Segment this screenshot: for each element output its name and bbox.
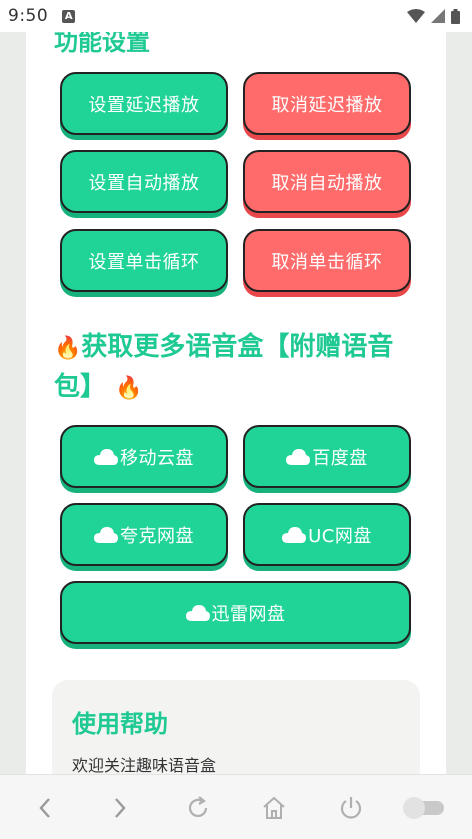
power-icon xyxy=(340,797,362,819)
mobile-cloud-label: 移动云盘 xyxy=(120,447,194,469)
fire-icon: 🔥 xyxy=(115,376,143,401)
cancel-click-loop-button[interactable]: 取消单击循环 xyxy=(243,229,411,292)
battery-icon xyxy=(451,8,460,24)
cloud-icon xyxy=(94,448,118,465)
forward-button[interactable] xyxy=(105,793,135,823)
refresh-icon xyxy=(188,796,208,817)
background-left xyxy=(0,32,26,774)
section-title-function: 功能设置 xyxy=(54,32,150,56)
toggle-icon xyxy=(403,797,444,819)
cloud-icon xyxy=(282,526,307,543)
section-title-more-text: 获取更多语音盒【附赠语音包】 xyxy=(54,332,394,402)
xunlei-pan-label: 迅雷网盘 xyxy=(211,603,286,625)
set-delay-play-button[interactable]: 设置延迟播放 xyxy=(60,72,228,135)
back-button[interactable] xyxy=(30,793,60,823)
home-icon xyxy=(263,796,285,819)
uc-pan-button[interactable]: UC网盘 xyxy=(243,503,411,566)
section-title-more: 🔥获取更多语音盒【附赠语音包】 🔥 xyxy=(54,328,418,408)
status-bar: 9:50 A xyxy=(0,0,472,32)
cloud-icon xyxy=(94,526,118,543)
background-right xyxy=(446,32,472,774)
cloud-icon xyxy=(286,448,311,465)
wifi-icon xyxy=(407,9,425,23)
cancel-auto-play-button[interactable]: 取消自动播放 xyxy=(243,150,411,213)
xunlei-pan-button[interactable]: 迅雷网盘 xyxy=(60,581,411,644)
power-button[interactable] xyxy=(336,793,366,823)
cloud-icon xyxy=(185,604,210,621)
help-title: 使用帮助 xyxy=(72,710,168,738)
quark-pan-button[interactable]: 夸克网盘 xyxy=(60,503,228,566)
status-time: 9:50 xyxy=(8,6,49,26)
browser-bottom-nav xyxy=(0,774,472,839)
notification-icon: A xyxy=(62,9,76,23)
baidu-pan-button[interactable]: 百度盘 xyxy=(243,425,411,488)
signal-icon xyxy=(431,9,445,23)
set-click-loop-button[interactable]: 设置单击循环 xyxy=(60,229,228,292)
home-button[interactable] xyxy=(259,793,289,823)
uc-pan-label: UC网盘 xyxy=(308,525,372,547)
back-icon xyxy=(39,798,50,818)
baidu-pan-label: 百度盘 xyxy=(312,447,368,469)
cancel-delay-play-button[interactable]: 取消延迟播放 xyxy=(243,72,411,135)
fire-icon: 🔥 xyxy=(54,336,82,361)
mobile-cloud-button[interactable]: 移动云盘 xyxy=(60,425,228,488)
content-card[interactable]: 功能设置 设置延迟播放 取消延迟播放 设置自动播放 取消自动播放 设置单击循环 … xyxy=(26,32,446,774)
quark-pan-label: 夸克网盘 xyxy=(120,525,194,547)
help-section: 使用帮助 欢迎关注趣味语音盒 xyxy=(52,680,420,774)
forward-icon xyxy=(115,798,126,818)
help-text: 欢迎关注趣味语音盒 xyxy=(72,756,217,774)
toggle-switch[interactable] xyxy=(398,793,448,823)
set-auto-play-button[interactable]: 设置自动播放 xyxy=(60,150,228,213)
refresh-button[interactable] xyxy=(183,793,213,823)
